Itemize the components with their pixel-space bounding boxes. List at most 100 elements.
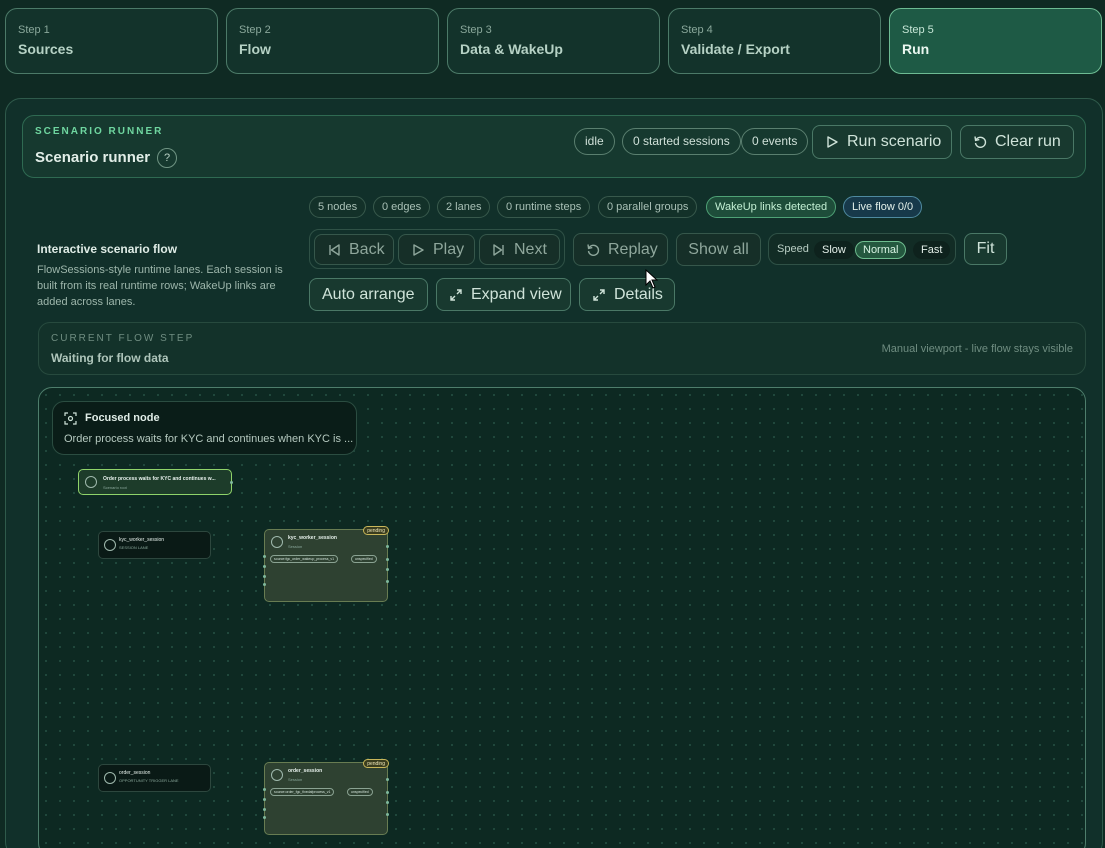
lane-subtitle: SESSION LANE: [119, 545, 149, 550]
step-label: Flow: [239, 41, 271, 57]
nodes-count-badge: 5 nodes: [309, 196, 367, 218]
next-label: Next: [514, 240, 547, 258]
run-scenario-button[interactable]: Run scenario: [812, 125, 952, 159]
output-port[interactable]: [386, 568, 389, 571]
wakeup-links-badge: WakeUp links detected: [706, 196, 837, 218]
current-step-eyebrow: CURRENT FLOW STEP: [51, 333, 195, 344]
flow-canvas[interactable]: Focused node Order process waits for KYC…: [38, 387, 1086, 848]
type-tag: unspecified: [347, 788, 373, 796]
output-port[interactable]: [386, 580, 389, 583]
step-number: Step 5: [902, 24, 934, 36]
step-sources[interactable]: Step 1 Sources: [5, 8, 218, 74]
flow-title: Interactive scenario flow: [37, 242, 178, 256]
speed-selector: Speed Slow Normal Fast: [768, 233, 956, 265]
replay-icon: [587, 243, 600, 256]
show-all-button[interactable]: Show all: [676, 233, 761, 266]
step-run[interactable]: Step 5 Run: [889, 8, 1102, 74]
details-button[interactable]: Details: [579, 278, 675, 311]
expand-view-label: Expand view: [471, 285, 562, 303]
next-button[interactable]: Next: [479, 234, 560, 265]
current-step-value: Waiting for flow data: [51, 351, 169, 365]
step-flow[interactable]: Step 2 Flow: [226, 8, 439, 74]
session-node-order[interactable]: pending order_session Session source:ord…: [263, 759, 389, 835]
parallel-groups-badge: 0 parallel groups: [598, 196, 698, 218]
session-title: order_session: [288, 768, 323, 774]
step-number: Step 1: [18, 24, 50, 36]
source-tag: source:fgc_order_wakeup_process_v1: [270, 555, 339, 563]
stepper: Step 1 Sources Step 2 Flow Step 3 Data &…: [5, 8, 1102, 74]
play-label: Play: [433, 240, 465, 258]
output-port[interactable]: [386, 801, 389, 804]
current-flow-step: CURRENT FLOW STEP Waiting for flow data …: [38, 322, 1086, 375]
step-label: Run: [902, 41, 930, 57]
back-label: Back: [349, 240, 385, 258]
mouse-cursor-icon: [645, 269, 659, 289]
scenario-runner-header: SCENARIO RUNNER Scenario runner ? idle 0…: [22, 115, 1086, 178]
input-port[interactable]: [263, 798, 266, 801]
skip-back-icon: [329, 243, 340, 256]
session-icon: [271, 536, 283, 548]
play-button[interactable]: Play: [398, 234, 475, 265]
output-port[interactable]: [386, 778, 389, 781]
session-title: kyc_worker_session: [288, 535, 337, 541]
help-icon[interactable]: ?: [157, 148, 177, 168]
reset-icon: [974, 136, 987, 148]
step-validate-export[interactable]: Step 4 Validate / Export: [668, 8, 881, 74]
session-icon: [271, 769, 283, 781]
run-scenario-label: Run scenario: [847, 133, 942, 150]
viewport-note: Manual viewport - live flow stays visibl…: [881, 343, 1073, 355]
session-node-kyc-worker[interactable]: pending kyc_worker_session Session sourc…: [263, 526, 389, 602]
pending-badge: pending: [363, 759, 389, 768]
runner-title: Scenario runner: [35, 149, 151, 166]
lane-order-session[interactable]: order_session OPPORTUNITY TRIGGER LANE: [98, 764, 211, 792]
input-port[interactable]: [263, 583, 266, 586]
step-label: Sources: [18, 41, 74, 57]
output-port[interactable]: [386, 791, 389, 794]
output-port[interactable]: [386, 813, 389, 816]
replay-label: Replay: [608, 240, 658, 258]
input-port[interactable]: [263, 808, 266, 811]
input-port[interactable]: [263, 788, 266, 791]
flow-description: FlowSessions-style runtime lanes. Each s…: [37, 264, 283, 308]
output-port[interactable]: [230, 481, 233, 484]
expand-view-button[interactable]: Expand view: [436, 278, 571, 311]
fit-label: Fit: [976, 240, 995, 257]
replay-button[interactable]: Replay: [573, 233, 668, 266]
output-port[interactable]: [386, 558, 389, 561]
session-subtitle: Session: [288, 544, 303, 549]
lane-subtitle: OPPORTUNITY TRIGGER LANE: [119, 778, 179, 783]
expand-icon: [450, 288, 462, 301]
back-button[interactable]: Back: [314, 234, 394, 265]
auto-arrange-button[interactable]: Auto arrange: [309, 278, 428, 311]
edges-count-badge: 0 edges: [373, 196, 431, 218]
speed-slow-option[interactable]: Slow: [814, 241, 854, 259]
step-number: Step 3: [460, 24, 492, 36]
clear-run-button[interactable]: Clear run: [960, 125, 1074, 159]
step-number: Step 2: [239, 24, 271, 36]
input-port[interactable]: [263, 565, 266, 568]
lane-title: kyc_worker_session: [119, 537, 165, 543]
step-data-wakeup[interactable]: Step 3 Data & WakeUp: [447, 8, 660, 74]
input-port[interactable]: [263, 555, 266, 558]
focused-node-description: Order process waits for KYC and continue…: [64, 433, 354, 445]
status-badge: idle: [574, 128, 615, 155]
input-port[interactable]: [263, 575, 266, 578]
lane-kyc-worker[interactable]: kyc_worker_session SESSION LANE: [98, 531, 211, 559]
branch-icon: [85, 476, 97, 488]
type-tag: unspecified: [351, 555, 377, 563]
play-icon: [827, 136, 838, 148]
step-number: Step 4: [681, 24, 713, 36]
live-flow-badge: Live flow 0/0: [843, 196, 923, 218]
expand-icon: [593, 288, 605, 301]
step-label: Data & WakeUp: [460, 41, 563, 57]
input-port[interactable]: [263, 816, 266, 819]
speed-label: Speed: [777, 243, 809, 255]
fit-button[interactable]: Fit: [964, 233, 1007, 265]
speed-fast-option[interactable]: Fast: [913, 241, 951, 259]
speed-normal-option[interactable]: Normal: [855, 241, 907, 259]
pending-badge: pending: [363, 526, 389, 535]
output-port[interactable]: [386, 545, 389, 548]
runtime-steps-badge: 0 runtime steps: [497, 196, 591, 218]
scenario-root-node[interactable]: Order process waits for KYC and continue…: [78, 469, 233, 495]
lane-title: order_session: [119, 770, 151, 776]
